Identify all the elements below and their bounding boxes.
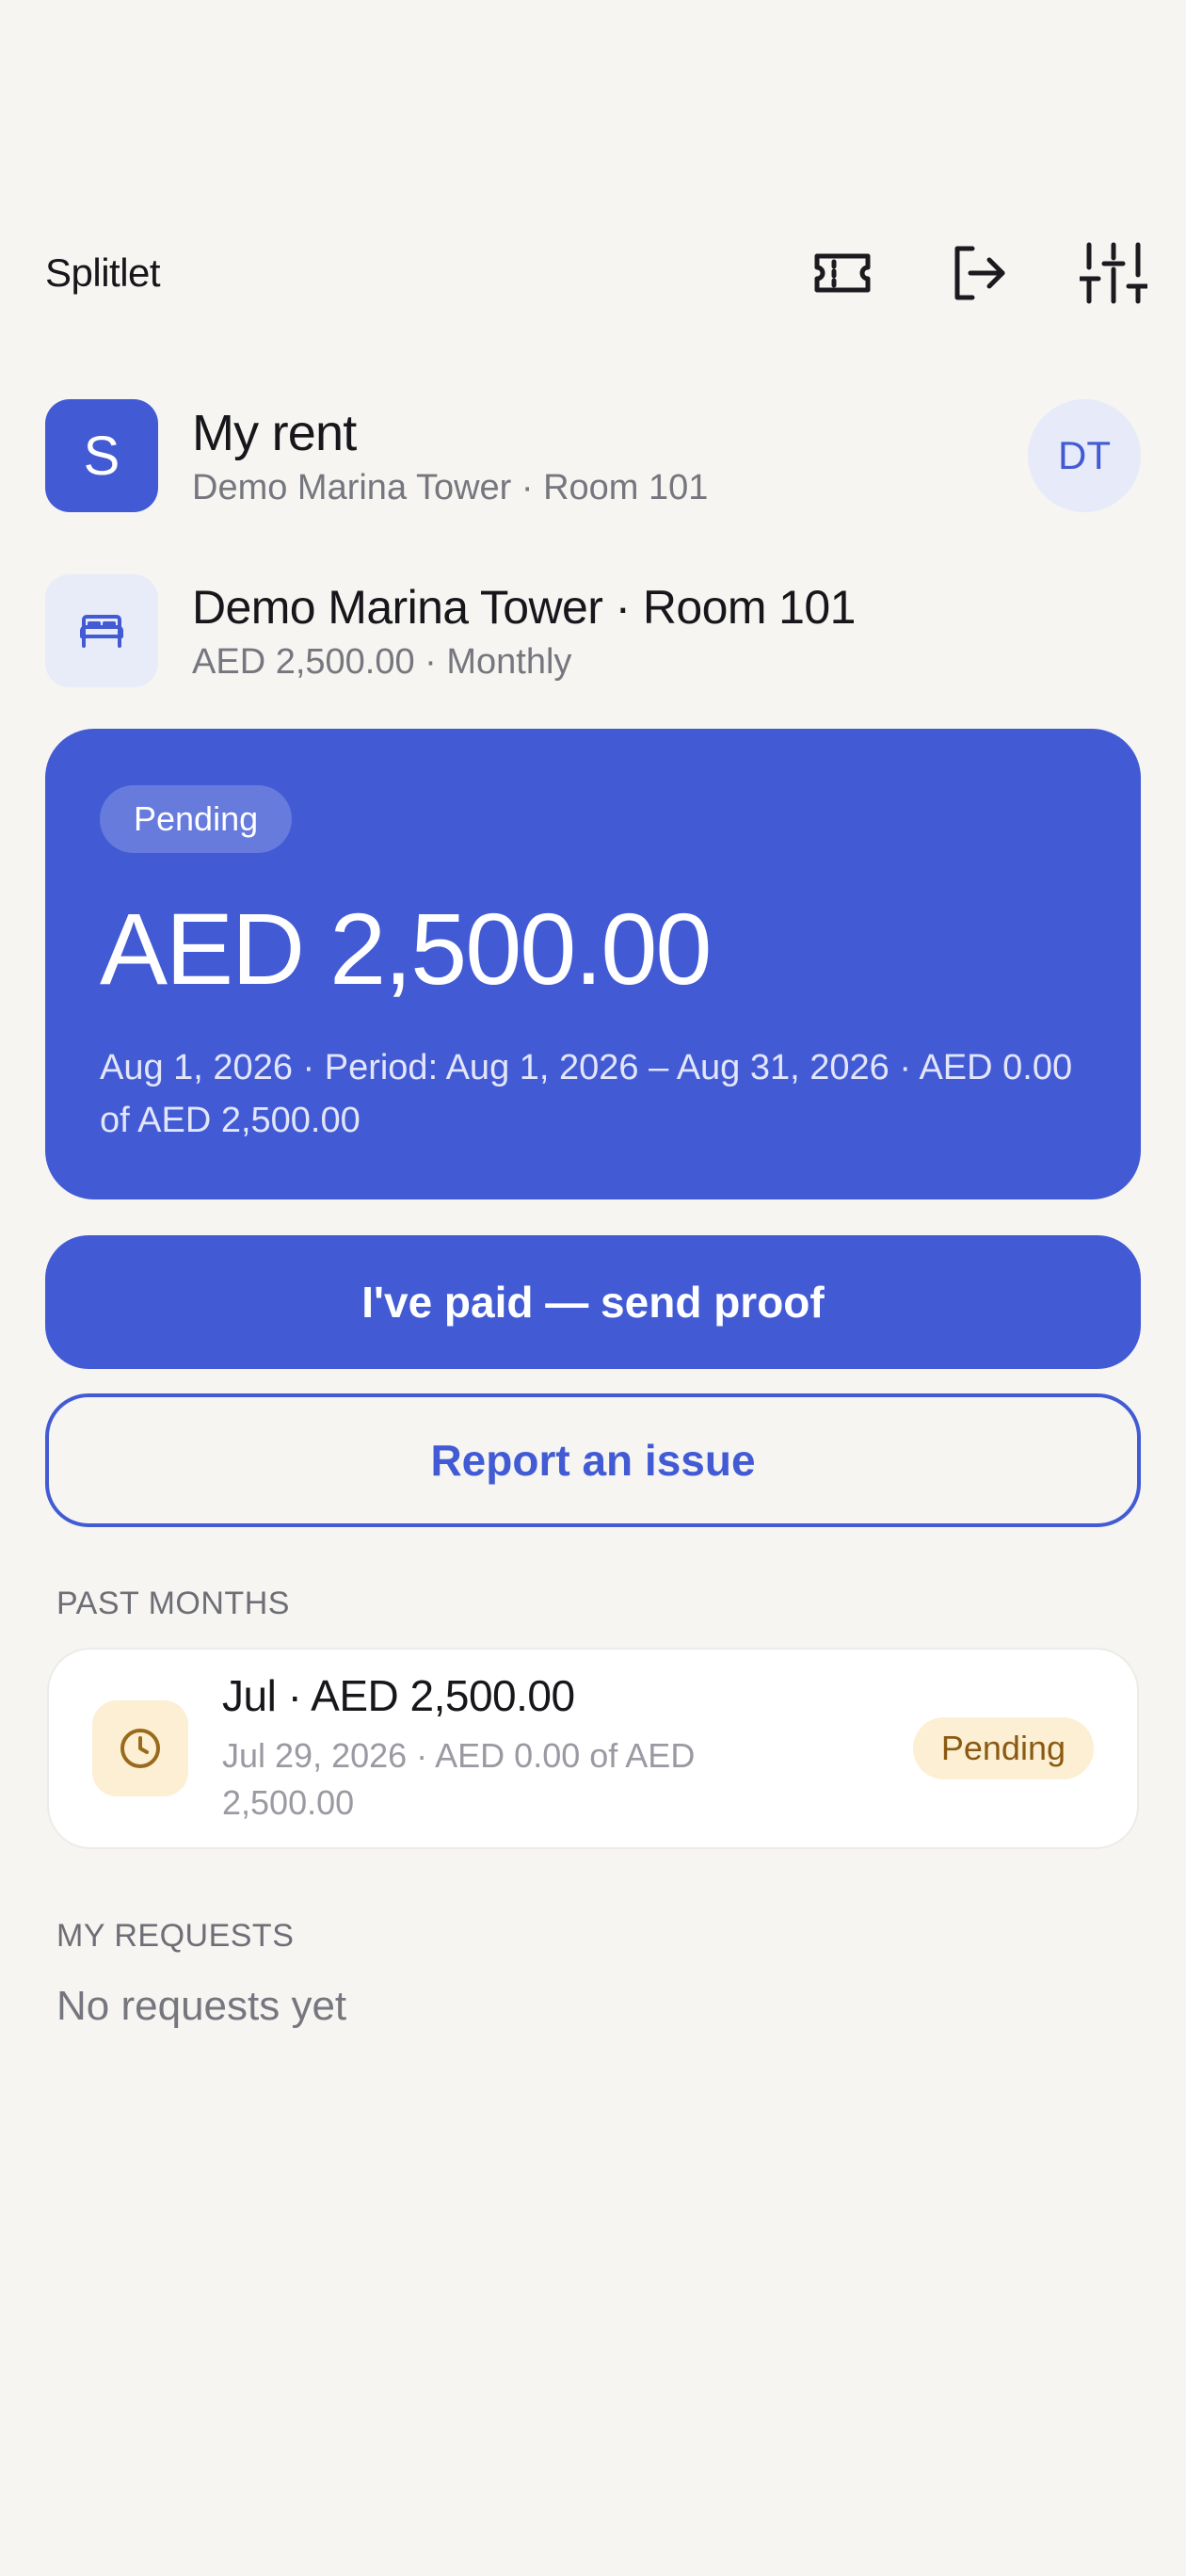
settings-button[interactable] xyxy=(1079,238,1148,308)
report-issue-button[interactable]: Report an issue xyxy=(45,1393,1141,1527)
page-title: My rent xyxy=(192,404,357,461)
current-period-card: Pending AED 2,500.00 Aug 1, 2026 · Perio… xyxy=(45,729,1141,1199)
status-badge: Pending xyxy=(912,1717,1094,1779)
month-subtitle: Jul 29, 2026 · AED 0.00 of AED 2,500.00 xyxy=(222,1736,696,1822)
property-row: Demo Marina Tower · Room 101 AED 2,500.0… xyxy=(45,574,1141,687)
app-avatar: S xyxy=(45,399,158,512)
app-title: Splitlet xyxy=(45,250,161,295)
page-subtitle: Demo Marina Tower · Room 101 xyxy=(192,467,709,507)
top-bar: Splitlet xyxy=(45,235,1148,311)
property-text: Demo Marina Tower · Room 101 AED 2,500.0… xyxy=(192,580,856,683)
send-proof-button[interactable]: I've paid — send proof xyxy=(45,1235,1141,1369)
period-detail: Aug 1, 2026 · Period: Aug 1, 2026 – Aug … xyxy=(100,1048,1073,1140)
logout-button[interactable] xyxy=(943,238,1013,308)
clock-icon xyxy=(120,1729,160,1768)
rent-screen: Splitlet S My rent Demo Marina Tower · R… xyxy=(0,0,1186,2576)
amount-due: AED 2,500.00 xyxy=(100,892,712,1006)
list-item[interactable]: Jul · AED 2,500.00 Jul 29, 2026 · AED 0.… xyxy=(47,1648,1139,1849)
property-title: Demo Marina Tower · Room 101 xyxy=(192,580,856,634)
month-title: Jul · AED 2,500.00 xyxy=(222,1671,575,1720)
requests-empty-text: No requests yet xyxy=(56,1983,347,2029)
logout-icon xyxy=(954,246,1005,300)
bed-icon xyxy=(80,615,123,648)
property-icon-wrap xyxy=(45,574,158,687)
user-avatar[interactable]: DT xyxy=(1028,399,1141,512)
past-months-heading: PAST MONTHS xyxy=(56,1586,290,1621)
header-text: My rent Demo Marina Tower · Room 101 xyxy=(192,404,1028,508)
top-actions xyxy=(808,238,1148,308)
sliders-icon xyxy=(1080,242,1147,304)
ticket-icon xyxy=(814,253,871,293)
month-text: Jul · AED 2,500.00 Jul 29, 2026 · AED 0.… xyxy=(222,1670,913,1827)
status-badge: Pending xyxy=(100,785,293,853)
rent-header: S My rent Demo Marina Tower · Room 101 D… xyxy=(45,399,1141,512)
property-subtitle: AED 2,500.00 · Monthly xyxy=(192,641,572,682)
requests-heading: MY REQUESTS xyxy=(56,1918,295,1954)
ticket-button[interactable] xyxy=(808,238,877,308)
clock-icon-wrap xyxy=(92,1700,188,1796)
